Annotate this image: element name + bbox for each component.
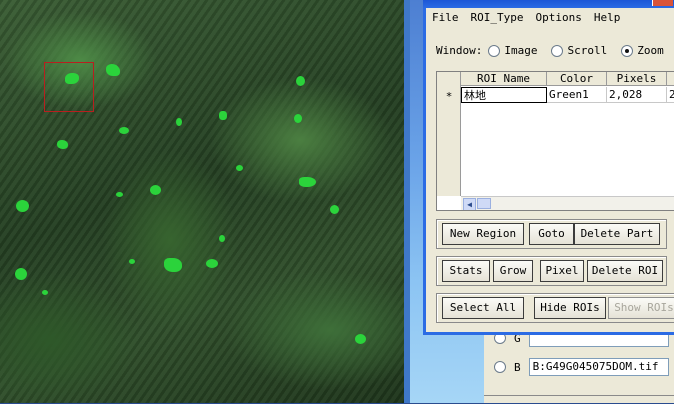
stats-button[interactable]: Stats xyxy=(442,260,490,282)
roi-polygon xyxy=(15,268,27,280)
delete-part-button[interactable]: Delete Part xyxy=(574,223,660,245)
roi-polygon xyxy=(355,334,366,344)
scroll-radio[interactable] xyxy=(551,44,564,57)
zoom-radio-label: Zoom xyxy=(637,44,664,57)
roi-table[interactable]: * ROI Name Color Pixels P 林地 Green1 2,02… xyxy=(436,71,674,211)
roi-tool-window: File ROI_Type Options Help Window: Image… xyxy=(423,8,674,335)
roi-polygon xyxy=(129,259,135,264)
col-roi-name[interactable]: ROI Name xyxy=(461,72,547,86)
roi-polygon xyxy=(65,73,79,84)
roi-polygon xyxy=(176,118,182,126)
scroll-thumb[interactable] xyxy=(477,198,491,209)
roi-polygon xyxy=(299,177,316,187)
zoom-box[interactable] xyxy=(44,62,94,112)
button-group-3: Select All Hide ROIs Show ROIs xyxy=(436,293,674,323)
window-selector: Window: Image Scroll Zoom xyxy=(436,44,672,57)
menu-bar: File ROI_Type Options Help xyxy=(432,11,620,24)
cell-color[interactable]: Green1 xyxy=(547,87,607,103)
window-option-zoom[interactable]: Zoom xyxy=(621,44,664,57)
select-all-button[interactable]: Select All xyxy=(442,297,524,319)
horizontal-scrollbar[interactable]: ◀ xyxy=(461,196,674,210)
cell-p[interactable]: 22 xyxy=(667,87,674,103)
roi-polygon xyxy=(330,205,339,214)
roi-tool-titlebar[interactable] xyxy=(423,0,674,8)
image-radio-label: Image xyxy=(504,44,538,57)
col-color[interactable]: Color xyxy=(547,72,607,86)
table-header: ROI Name Color Pixels P xyxy=(461,72,674,86)
band-b-radio[interactable] xyxy=(494,361,506,373)
menu-options[interactable]: Options xyxy=(535,11,581,24)
roi-polygon xyxy=(16,200,29,212)
grow-button[interactable]: Grow xyxy=(493,260,533,282)
col-pixels[interactable]: Pixels xyxy=(607,72,667,86)
new-region-button[interactable]: New Region xyxy=(442,223,524,245)
cell-pixels[interactable]: 2,028 xyxy=(607,87,667,103)
col-p[interactable]: P xyxy=(667,72,674,86)
roi-polygon xyxy=(150,185,161,195)
pixel-button[interactable]: Pixel xyxy=(540,260,584,282)
zoom-radio[interactable] xyxy=(621,44,634,57)
image-viewer[interactable] xyxy=(0,0,404,403)
roi-polygon xyxy=(296,76,305,86)
roi-polygon xyxy=(206,259,218,268)
roi-polygon xyxy=(219,235,225,242)
roi-polygon xyxy=(119,127,129,134)
roi-polygon xyxy=(164,258,182,272)
scroll-left-icon[interactable]: ◀ xyxy=(463,198,476,210)
current-row-marker: * xyxy=(445,90,453,103)
scroll-radio-label: Scroll xyxy=(567,44,608,57)
show-rois-button: Show ROIs xyxy=(608,297,674,319)
roi-polygon xyxy=(116,192,123,197)
hide-rois-button[interactable]: Hide ROIs xyxy=(534,297,606,319)
cell-roi-name[interactable]: 林地 xyxy=(461,87,547,103)
row-header-column: * xyxy=(437,72,461,196)
close-icon[interactable] xyxy=(652,0,673,6)
roi-polygon xyxy=(219,111,227,120)
band-b-field[interactable]: B:G49G045075DOM.tif xyxy=(528,358,669,376)
menu-help[interactable]: Help xyxy=(594,11,621,24)
roi-polygon xyxy=(106,64,120,76)
goto-button[interactable]: Goto xyxy=(529,223,574,245)
window-label: Window: xyxy=(436,44,483,57)
image-radio[interactable] xyxy=(488,44,501,57)
roi-polygon xyxy=(57,140,68,149)
menu-roi-type[interactable]: ROI_Type xyxy=(471,11,524,24)
button-group-2: Stats Grow Pixel Delete ROI xyxy=(436,256,667,286)
delete-roi-button[interactable]: Delete ROI xyxy=(587,260,663,282)
window-option-image[interactable]: Image xyxy=(488,44,537,57)
window-option-scroll[interactable]: Scroll xyxy=(551,44,607,57)
available-bands-window: G B B:G49G045075DOM.tif xyxy=(484,329,674,403)
button-group-1: New Region Goto Delete Part xyxy=(436,219,667,249)
roi-polygon xyxy=(236,165,243,171)
band-b-label: B xyxy=(514,360,521,374)
menu-file[interactable]: File xyxy=(432,11,459,24)
band-row-b[interactable]: B B:G49G045075DOM.tif xyxy=(494,358,669,376)
roi-polygon xyxy=(42,290,48,295)
roi-polygon xyxy=(294,114,302,123)
